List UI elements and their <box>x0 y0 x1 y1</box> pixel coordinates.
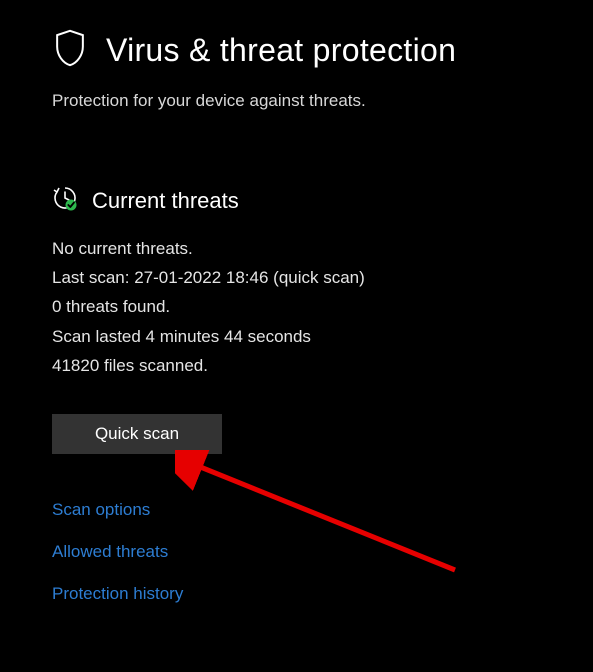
page-subtitle: Protection for your device against threa… <box>52 91 593 111</box>
quick-scan-button[interactable]: Quick scan <box>52 414 222 454</box>
status-last-scan: Last scan: 27-01-2022 18:46 (quick scan) <box>52 263 593 292</box>
status-scan-duration: Scan lasted 4 minutes 44 seconds <box>52 322 593 351</box>
shield-icon <box>52 28 88 73</box>
status-files-scanned: 41820 files scanned. <box>52 351 593 380</box>
section-title: Current threats <box>92 188 239 214</box>
link-allowed-threats[interactable]: Allowed threats <box>52 542 593 562</box>
threat-status-block: No current threats. Last scan: 27-01-202… <box>52 234 593 380</box>
status-no-threats: No current threats. <box>52 234 593 263</box>
links-section: Scan options Allowed threats Protection … <box>52 500 593 604</box>
page-title: Virus & threat protection <box>106 32 456 69</box>
history-check-icon <box>52 185 78 216</box>
section-header-current-threats: Current threats <box>52 185 593 216</box>
status-threats-found: 0 threats found. <box>52 292 593 321</box>
page-header: Virus & threat protection <box>52 28 593 73</box>
link-scan-options[interactable]: Scan options <box>52 500 593 520</box>
link-protection-history[interactable]: Protection history <box>52 584 593 604</box>
